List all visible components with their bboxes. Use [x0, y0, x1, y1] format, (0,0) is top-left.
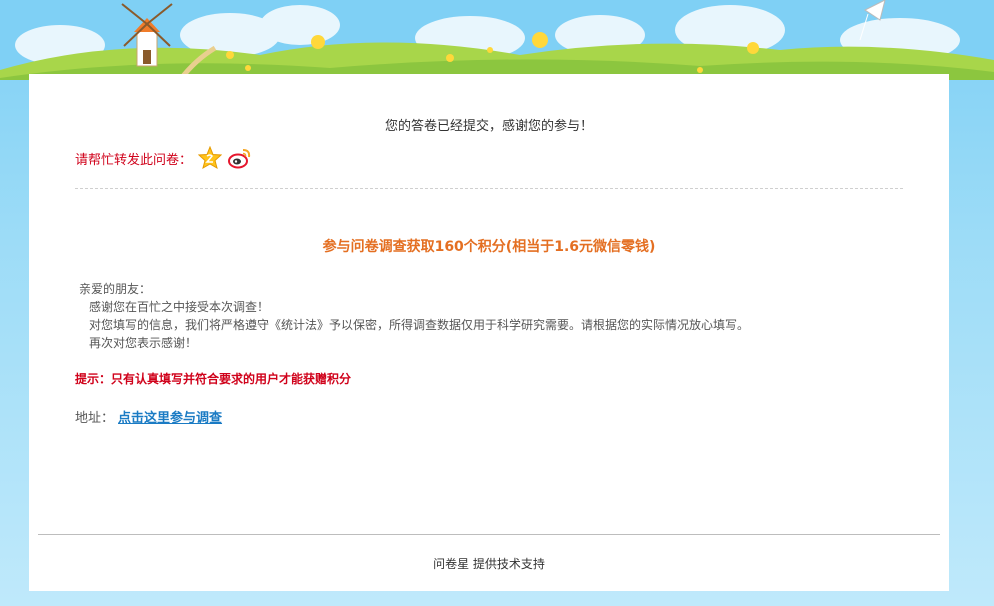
footer-credit: 问卷星 提供技术支持: [433, 557, 545, 571]
letter-body: 亲爱的朋友： 感谢您在百忙之中接受本次调查！ 对您填写的信息，我们将严格遵守《统…: [79, 280, 749, 352]
letter-line-1: 感谢您在百忙之中接受本次调查！: [89, 300, 270, 314]
reward-title: 参与问卷调查获取160个积分(相当于1.6元微信零钱): [322, 239, 656, 255]
star-icon[interactable]: [197, 145, 223, 170]
letter-greeting: 亲爱的朋友：: [79, 282, 152, 296]
weibo-icon[interactable]: [228, 146, 252, 170]
survey-link[interactable]: 点击这里参与调查: [118, 411, 222, 426]
share-label: 请帮忙转发此问卷：: [75, 152, 193, 168]
result-card: 您的答卷已经提交，感谢您的参与！ 请帮忙转发此问卷： 参与问卷调查获取160个积…: [29, 74, 949, 591]
hint-text: 提示：只有认真填写并符合要求的用户才能获赠积分: [75, 372, 352, 386]
submit-success-message: 您的答卷已经提交，感谢您的参与！: [384, 119, 593, 134]
landscape-illustration: [0, 0, 994, 80]
address-label: 地址：: [75, 411, 115, 426]
letter-line-2: 对您填写的信息，我们将严格遵守《统计法》予以保密，所得调查数据仅用于科学研究需要…: [89, 318, 750, 332]
share-row: 请帮忙转发此问卷：: [75, 145, 252, 170]
footer-divider: [38, 534, 940, 535]
letter-line-3: 再次对您表示感谢！: [89, 336, 198, 350]
address-row: 地址： 点击这里参与调查: [75, 407, 222, 426]
divider: [75, 188, 903, 189]
header-banner: [0, 0, 994, 80]
